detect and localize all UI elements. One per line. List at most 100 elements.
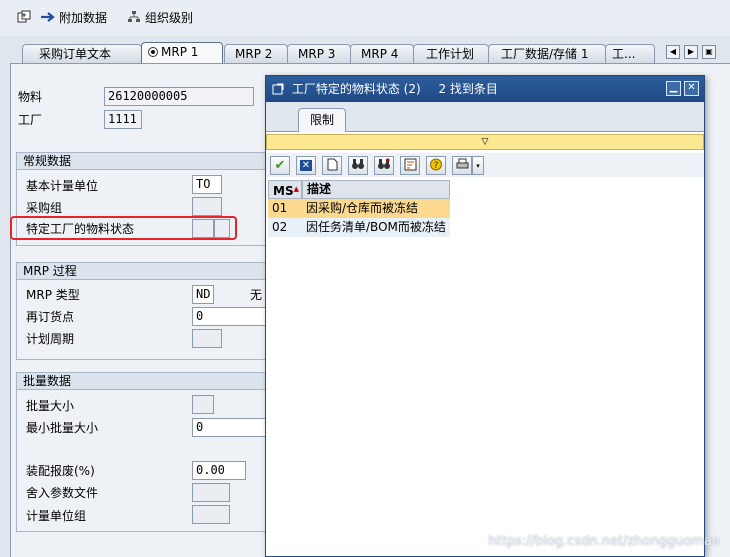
org-tree-icon	[126, 9, 142, 25]
printer-icon	[456, 158, 469, 173]
tab-mrp1[interactable]: MRP 1	[141, 42, 223, 64]
org-levels-button[interactable]: 组织级别	[126, 8, 193, 26]
material-label: 物料	[18, 90, 43, 104]
confirm-button[interactable]: ✔	[270, 156, 290, 175]
lot-size-title: 批量数据	[17, 373, 275, 390]
help-icon: ?	[429, 158, 443, 174]
tab-scroll-right-button[interactable]: ▶	[684, 45, 698, 59]
mrp-procedure-title: MRP 过程	[17, 263, 275, 280]
assembly-scrap-field[interactable]: 0.00	[192, 461, 246, 480]
lot-size-label: 批量大小	[26, 399, 75, 413]
purch-group-field[interactable]	[192, 197, 222, 216]
print-dropdown-button[interactable]: ▾	[472, 156, 484, 175]
binoculars-plus-icon	[377, 158, 391, 173]
tab-po-text[interactable]: 采购订单文本	[22, 44, 142, 63]
print-button[interactable]	[452, 156, 472, 175]
column-header-desc[interactable]: 描述	[302, 180, 450, 199]
uom-group-label: 计量单位组	[26, 509, 87, 523]
tab-scroll-left-button[interactable]: ◀	[666, 45, 680, 59]
dialog-title: 工厂特定的物料状态 (2)	[291, 82, 421, 96]
column-header-label: MS	[273, 184, 294, 198]
watermark: https://blog.csdn.net/zhongguomao	[488, 534, 720, 549]
tab-mrp2[interactable]: MRP 2	[224, 44, 288, 63]
tab-list-icon: ▣	[705, 47, 713, 56]
planning-cycle-field[interactable]	[192, 329, 222, 348]
radio-selected-icon	[148, 47, 158, 57]
svg-text:?: ?	[434, 161, 439, 171]
document-icon	[327, 158, 338, 174]
tab-restrictions[interactable]: 限制	[298, 108, 346, 132]
table-row-code[interactable]: 02	[268, 218, 302, 237]
tab-list-button[interactable]: ▣	[702, 45, 716, 59]
tab-label: MRP 3	[298, 47, 336, 61]
min-lot-size-field[interactable]: 0	[192, 418, 266, 437]
tab-label: MRP 4	[361, 47, 399, 61]
find-button[interactable]	[348, 156, 368, 175]
checkmark-icon: ✔	[274, 158, 286, 173]
dialog-titlebar[interactable]: 工厂特定的物料状态 (2) 2 找到条目 ▁ ✕	[266, 76, 704, 102]
reorder-point-label: 再订货点	[26, 310, 75, 324]
plant-label: 工厂	[18, 113, 43, 127]
base-uom-field[interactable]: TO	[192, 175, 222, 194]
dialog-found-count: 2 找到条目	[438, 82, 498, 96]
table-row-desc[interactable]: 因任务清单/BOM而被冻结	[302, 218, 450, 237]
plant-status-dialog: 工厂特定的物料状态 (2) 2 找到条目 ▁ ✕ 限制 ▽ ✔ ✕ ? ▾ MS…	[265, 75, 705, 557]
lot-size-field[interactable]	[192, 395, 214, 414]
mrp-type-label: MRP 类型	[26, 288, 80, 302]
mrp-type-field[interactable]: ND	[192, 285, 214, 304]
tab-label: 工厂数据/存储 1	[501, 47, 589, 61]
tab-label: 工作计划	[426, 47, 475, 61]
info-button[interactable]: ?	[426, 156, 446, 175]
tab-mrp3[interactable]: MRP 3	[287, 44, 351, 63]
table-row-desc[interactable]: 因采购/仓库而被冻结	[302, 199, 450, 218]
cancel-icon: ✕	[299, 160, 313, 171]
tab-mrp4[interactable]: MRP 4	[350, 44, 414, 63]
rounding-profile-label: 舍入参数文件	[26, 486, 99, 500]
reorder-point-field[interactable]: 0	[192, 307, 266, 326]
planning-cycle-label: 计划周期	[26, 332, 75, 346]
dialog-window-icon	[272, 78, 284, 104]
restrictions-expander[interactable]: ▽	[266, 134, 704, 150]
general-data-title: 常规数据	[17, 153, 275, 170]
column-header-ms[interactable]: MS▲	[268, 180, 302, 199]
tab-strip: 采购订单文本 MRP 1 MRP 2 MRP 3 MRP 4 工作计划 工厂数据…	[0, 36, 730, 64]
table-row-code[interactable]: 01	[268, 199, 302, 218]
mrp-type-desc: 无	[250, 288, 263, 302]
tab-work-scheduling[interactable]: 工作计划	[413, 44, 489, 63]
material-field[interactable]: 26120000005	[104, 87, 254, 106]
expand-icon	[16, 9, 32, 25]
caret-down-icon: ▾	[476, 161, 480, 170]
plant-field[interactable]: 1111	[104, 110, 142, 129]
binoculars-icon	[351, 158, 365, 173]
caret-right-icon: ▶	[687, 47, 695, 56]
uom-group-field[interactable]	[192, 505, 230, 524]
cancel-button[interactable]: ✕	[296, 156, 316, 175]
minimize-button[interactable]: ▁	[666, 81, 681, 96]
org-levels-label: 组织级别	[145, 10, 194, 25]
additional-data-label: 附加数据	[59, 10, 108, 25]
purch-group-label: 采购组	[26, 201, 63, 215]
column-header-label: 描述	[307, 182, 332, 196]
find-next-button[interactable]	[374, 156, 394, 175]
expand-triangle-icon: ▽	[481, 137, 489, 147]
sort-button[interactable]	[400, 156, 420, 175]
additional-data-button[interactable]: 附加数据	[40, 8, 107, 26]
expand-button[interactable]	[16, 8, 35, 26]
caret-left-icon: ◀	[669, 47, 677, 56]
arrow-right-icon	[40, 9, 56, 25]
min-lot-size-label: 最小批量大小	[26, 421, 99, 435]
base-uom-label: 基本计量单位	[26, 179, 99, 193]
close-button[interactable]: ✕	[684, 81, 699, 96]
application-toolbar: 附加数据 组织级别	[0, 0, 730, 36]
dialog-tabstrip: 限制	[266, 102, 704, 132]
tab-label: 工...	[612, 47, 636, 61]
new-list-button[interactable]	[322, 156, 342, 175]
minimize-icon: ▁	[669, 82, 678, 93]
tab-more[interactable]: 工...	[605, 44, 655, 63]
tab-label: 采购订单文本	[39, 47, 112, 61]
close-icon: ✕	[687, 82, 696, 93]
sort-asc-icon: ▲	[293, 185, 299, 193]
assembly-scrap-label: 装配报废(%)	[26, 464, 95, 478]
rounding-profile-field[interactable]	[192, 483, 230, 502]
tab-plant-data-stor1[interactable]: 工厂数据/存储 1	[488, 44, 606, 63]
